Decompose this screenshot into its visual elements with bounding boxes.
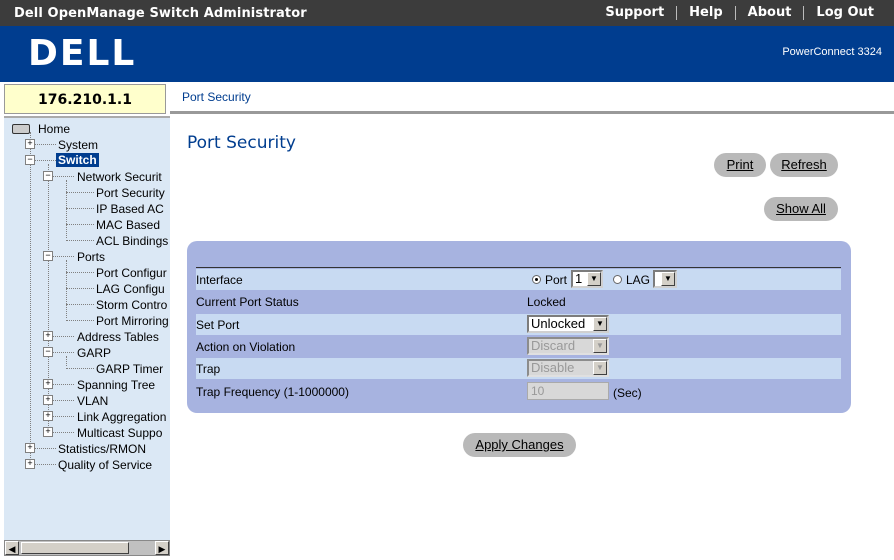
- action-on-violation-select[interactable]: Discard ▼: [527, 337, 609, 355]
- action-on-violation-row: Action on Violation Discard ▼: [196, 336, 841, 357]
- expand-icon[interactable]: +: [25, 139, 35, 149]
- action-on-violation-value: Discard: [531, 338, 576, 353]
- tree-mac-based[interactable]: MAC Based: [96, 218, 160, 232]
- top-menu-bar: Dell OpenManage Switch Administrator Sup…: [0, 0, 894, 26]
- model-name: PowerConnect 3324: [782, 46, 882, 58]
- device-ip: 176.210.1.1: [4, 84, 166, 114]
- tree-port-configuration[interactable]: Port Configur: [96, 266, 167, 280]
- tree-link-aggregation[interactable]: Link Aggregation: [77, 410, 166, 424]
- set-port-label: Set Port: [196, 318, 240, 332]
- chevron-down-icon: ▼: [587, 272, 601, 286]
- refresh-button[interactable]: Refresh: [770, 153, 838, 177]
- panel-divider: [196, 267, 841, 268]
- expand-icon[interactable]: +: [43, 427, 53, 437]
- breadcrumb: Port Security: [170, 84, 894, 114]
- tree-guide-line: [66, 260, 67, 318]
- interface-label: Interface: [196, 273, 243, 287]
- set-port-select-value: Unlocked: [531, 316, 586, 331]
- scrollbar-thumb[interactable]: [21, 542, 129, 554]
- expand-icon[interactable]: +: [25, 459, 35, 469]
- computer-icon: [12, 124, 30, 134]
- expand-icon[interactable]: +: [43, 379, 53, 389]
- tree-ports[interactable]: Ports: [77, 250, 105, 264]
- expand-icon[interactable]: +: [43, 331, 53, 341]
- sidebar-horizontal-scrollbar[interactable]: ◀ ▶: [4, 540, 170, 556]
- page-title: Port Security: [187, 133, 296, 153]
- tree-port-mirroring[interactable]: Port Mirroring: [96, 314, 169, 328]
- navigation-tree: Home + System − Switch − Network Securit…: [4, 116, 170, 542]
- help-link[interactable]: Help: [676, 6, 734, 20]
- header-banner: DELL PowerConnect 3324: [0, 26, 894, 82]
- scroll-right-icon[interactable]: ▶: [155, 541, 169, 555]
- action-on-violation-label: Action on Violation: [196, 340, 296, 354]
- tree-system[interactable]: System: [58, 138, 98, 152]
- apply-changes-button[interactable]: Apply Changes: [463, 433, 576, 457]
- top-links: Support Help About Log Out: [593, 0, 886, 26]
- dell-logo: DELL: [28, 36, 136, 72]
- expand-icon[interactable]: +: [43, 411, 53, 421]
- collapse-icon[interactable]: −: [43, 251, 53, 261]
- tree-storm-control[interactable]: Storm Contro: [96, 298, 167, 312]
- app-title: Dell OpenManage Switch Administrator: [14, 6, 307, 21]
- trap-frequency-label: Trap Frequency (1-1000000): [196, 385, 349, 399]
- tree-lag-configuration[interactable]: LAG Configu: [96, 282, 165, 296]
- breadcrumb-current: Port Security: [182, 90, 251, 104]
- print-button[interactable]: Print: [714, 153, 766, 177]
- trap-frequency-row: Trap Frequency (1-1000000) 10 (Sec): [196, 381, 841, 402]
- tree-spanning-tree[interactable]: Spanning Tree: [77, 378, 155, 392]
- logout-link[interactable]: Log Out: [803, 6, 886, 20]
- lag-radio-label: LAG: [626, 273, 651, 287]
- port-security-panel: Interface Port 1 ▼ LAG ▼ Current Port St…: [187, 241, 851, 413]
- trap-frequency-unit: (Sec): [613, 386, 642, 400]
- expand-icon[interactable]: +: [25, 443, 35, 453]
- trap-row: Trap Disable ▼: [196, 358, 841, 379]
- tree-guide-line: [30, 132, 31, 464]
- tree-acl-bindings[interactable]: ACL Bindings: [96, 234, 168, 248]
- tree-home[interactable]: Home: [38, 122, 70, 136]
- tree-garp[interactable]: GARP: [77, 346, 111, 360]
- port-select-value: 1: [575, 271, 583, 286]
- port-radio[interactable]: [532, 275, 541, 284]
- collapse-icon[interactable]: −: [43, 347, 53, 357]
- tree-garp-timers[interactable]: GARP Timer: [96, 362, 163, 376]
- support-link[interactable]: Support: [593, 6, 676, 20]
- interface-row: Interface Port 1 ▼ LAG ▼: [196, 269, 841, 290]
- set-port-row: Set Port Unlocked ▼: [196, 314, 841, 335]
- expand-icon[interactable]: +: [43, 395, 53, 405]
- tree-address-tables[interactable]: Address Tables: [77, 330, 159, 344]
- set-port-select[interactable]: Unlocked ▼: [527, 315, 609, 333]
- tree-multicast-support[interactable]: Multicast Suppo: [77, 426, 162, 440]
- chevron-down-icon: ▼: [661, 272, 675, 286]
- show-all-button[interactable]: Show All: [764, 197, 838, 221]
- tree-guide-line: [66, 356, 67, 366]
- trap-select-value: Disable: [531, 360, 575, 375]
- tree-guide-line: [66, 180, 67, 238]
- port-radio-label: Port: [545, 273, 568, 287]
- tree-ip-based-acl[interactable]: IP Based AC: [96, 202, 164, 216]
- tree-statistics-rmon[interactable]: Statistics/RMON: [58, 442, 146, 456]
- trap-frequency-input[interactable]: 10: [527, 382, 609, 400]
- collapse-icon[interactable]: −: [25, 155, 35, 165]
- chevron-down-icon: ▼: [593, 317, 607, 331]
- tree-network-security[interactable]: Network Securit: [77, 170, 162, 184]
- scroll-left-icon[interactable]: ◀: [5, 541, 19, 555]
- trap-label: Trap: [196, 362, 221, 376]
- tree-vlan[interactable]: VLAN: [77, 394, 108, 408]
- collapse-icon[interactable]: −: [43, 171, 53, 181]
- tree-port-security[interactable]: Port Security: [96, 186, 165, 200]
- lag-select[interactable]: ▼: [653, 270, 677, 288]
- lag-radio[interactable]: [613, 275, 622, 284]
- about-link[interactable]: About: [734, 6, 804, 20]
- tree-quality-of-service[interactable]: Quality of Service: [58, 458, 152, 472]
- tree-switch[interactable]: Switch: [56, 153, 99, 167]
- dell-logo-text: DELL: [28, 33, 137, 74]
- current-port-status-label: Current Port Status: [196, 295, 299, 309]
- port-select[interactable]: 1 ▼: [571, 270, 603, 288]
- chevron-down-icon: ▼: [593, 339, 607, 353]
- trap-select[interactable]: Disable ▼: [527, 359, 609, 377]
- chevron-down-icon: ▼: [593, 361, 607, 375]
- current-port-status-row: Current Port Status Locked: [196, 291, 841, 312]
- current-port-status-value: Locked: [527, 295, 566, 309]
